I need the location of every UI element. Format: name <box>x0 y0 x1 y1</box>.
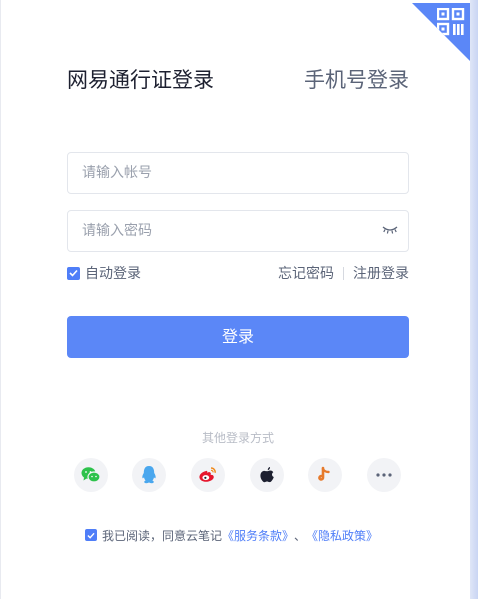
tab-netease-passport[interactable]: 网易通行证登录 <box>67 66 214 94</box>
apple-login-button[interactable] <box>250 458 284 492</box>
qr-code-icon <box>437 8 465 36</box>
wechat-login-button[interactable] <box>74 458 108 492</box>
checkbox-checked-icon <box>67 266 80 280</box>
login-options: 自动登录 忘记密码 注册登录 <box>67 263 409 283</box>
other-login-title: 其他登录方式 <box>201 431 274 445</box>
forgot-password-link[interactable]: 忘记密码 <box>278 263 334 283</box>
auto-login-checkbox[interactable]: 自动登录 <box>67 263 141 283</box>
weibo-login-button[interactable] <box>191 458 225 492</box>
register-login-link[interactable]: 注册登录 <box>353 263 409 283</box>
login-tabs: 网易通行证登录 手机号登录 <box>67 66 409 96</box>
agreement-checkbox[interactable] <box>85 529 97 541</box>
more-login-button[interactable] <box>367 458 401 492</box>
background-edge <box>470 0 478 599</box>
password-input[interactable] <box>68 211 348 251</box>
qr-code-toggle[interactable] <box>412 3 470 61</box>
password-field <box>67 210 409 252</box>
divider <box>343 266 344 280</box>
agreement-prefix: 我已阅读，同意云笔记 <box>102 528 223 543</box>
terms-of-service-link[interactable]: 《服务条款》 <box>222 527 294 544</box>
weibo-icon <box>199 467 216 482</box>
agreement-row: 我已阅读，同意云笔记 《服务条款》 、 《隐私政策》 <box>85 526 378 544</box>
auto-login-label: 自动登录 <box>85 266 141 282</box>
account-input[interactable] <box>68 153 348 193</box>
tiktok-icon <box>318 466 330 481</box>
login-button[interactable]: 登录 <box>67 316 409 358</box>
apple-icon <box>260 466 274 482</box>
qq-login-button[interactable] <box>132 458 166 492</box>
eye-closed-icon[interactable] <box>382 225 398 235</box>
tiktok-login-button[interactable] <box>308 458 342 492</box>
login-panel: 网易通行证登录 手机号登录 自动登录 忘记密码 注册登录 登录 其他登录方式 <box>0 0 470 599</box>
account-field <box>67 152 409 194</box>
agreement-separator: 、 <box>294 528 307 543</box>
more-icon <box>376 473 392 477</box>
account-links: 忘记密码 注册登录 <box>278 263 409 283</box>
qq-icon <box>142 466 156 484</box>
tab-phone-login[interactable]: 手机号登录 <box>304 66 409 94</box>
wechat-icon <box>81 467 101 483</box>
privacy-policy-link[interactable]: 《隐私政策》 <box>306 527 378 544</box>
